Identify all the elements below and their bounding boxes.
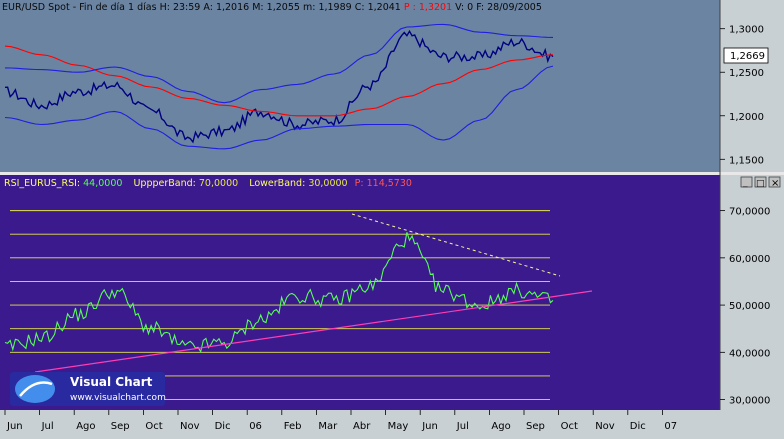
price-y-tick-label: 1,1500 [729, 155, 764, 166]
x-tick-label: Jul [456, 421, 469, 432]
x-tick-label: Abr [353, 421, 371, 432]
chart-canvas: EUR/USD Spot - Fin de día 1 días H: 23:5… [0, 0, 784, 435]
x-tick-label: 07 [664, 421, 677, 432]
x-tick-label: Jul [41, 421, 54, 432]
rsi-y-tick-label: 30,0000 [729, 396, 770, 407]
x-tick-label: Mar [318, 421, 338, 432]
x-tick-label: Nov [180, 421, 200, 432]
x-tick-label: Sep [526, 421, 545, 432]
rsi-y-tick-label: 70,0000 [729, 207, 770, 218]
x-tick-label: Feb [284, 421, 302, 432]
logo-url: www.visualchart.com [70, 393, 166, 403]
x-tick-label: Ago [76, 421, 95, 432]
maximize-icon: □ [756, 179, 765, 189]
price-y-tick-label: 1,2500 [729, 68, 764, 79]
rsi-y-tick-label: 60,0000 [729, 254, 770, 265]
logo-name: Visual Chart [70, 375, 153, 389]
x-tick-label: Sep [111, 421, 130, 432]
price-y-tick-label: 1,2000 [729, 112, 764, 123]
rsi-y-tick-label: 50,0000 [729, 301, 770, 312]
x-tick-label: Dic [630, 421, 646, 432]
x-tick-label: Oct [561, 421, 578, 432]
panel-divider [0, 172, 784, 175]
x-tick-label: May [388, 421, 409, 432]
chart-window: EUR/USD Spot - Fin de día 1 días H: 23:5… [0, 0, 784, 435]
x-tick-label: Oct [145, 421, 162, 432]
price-y-tick-label: 1,3000 [729, 25, 764, 36]
last-price-label: 1,2669 [730, 51, 765, 62]
x-tick-label: Ago [491, 421, 510, 432]
x-tick-label: Jun [6, 421, 23, 432]
x-tick-label: Jun [421, 421, 438, 432]
minimize-icon: _ [742, 178, 748, 188]
x-tick-label: Dic [215, 421, 231, 432]
price-header-text: EUR/USD Spot - Fin de día 1 días H: 23:5… [2, 2, 542, 13]
rsi-y-tick-label: 40,0000 [729, 348, 770, 359]
window-buttons: _ □ × [740, 176, 781, 189]
x-tick-label: 06 [249, 421, 262, 432]
close-icon: × [771, 178, 779, 189]
x-tick-label: Nov [595, 421, 615, 432]
price-panel-background [0, 0, 720, 172]
logo-swoosh-icon [15, 375, 55, 403]
visualchart-logo: Visual Chart www.visualchart.com [10, 372, 166, 406]
